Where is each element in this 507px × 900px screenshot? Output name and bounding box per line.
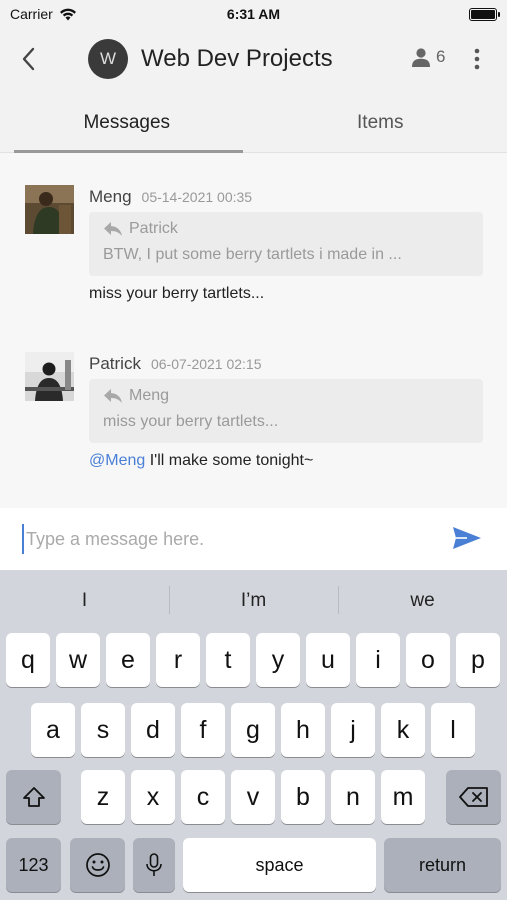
send-button[interactable]	[452, 526, 484, 554]
key-n[interactable]: n	[331, 770, 375, 824]
more-icon	[474, 48, 480, 70]
key-z[interactable]: z	[81, 770, 125, 824]
suggestion-item[interactable]: I	[0, 570, 169, 630]
suggestion-bar: I I’m we	[0, 570, 507, 630]
message-author: Patrick 06-07-2021 02:15	[89, 354, 262, 374]
space-key[interactable]: space	[183, 838, 376, 892]
status-left: Carrier	[10, 6, 77, 22]
delete-key[interactable]	[446, 770, 501, 824]
page-title: Web Dev Projects	[141, 45, 333, 72]
reply-icon	[104, 222, 122, 236]
more-button[interactable]	[466, 44, 488, 74]
mic-icon	[146, 853, 162, 876]
key-v[interactable]: v	[231, 770, 275, 824]
key-s[interactable]: s	[81, 703, 125, 757]
key-u[interactable]: u	[306, 633, 350, 687]
back-icon	[22, 47, 35, 71]
emoji-icon	[85, 853, 110, 877]
status-bar: Carrier 6:31 AM	[0, 0, 507, 28]
key-r[interactable]: r	[156, 633, 200, 687]
key-e[interactable]: e	[106, 633, 150, 687]
tab-bar: Messages Items	[0, 90, 507, 153]
suggestion-item[interactable]: we	[338, 570, 507, 630]
key-x[interactable]: x	[131, 770, 175, 824]
return-key[interactable]: return	[384, 838, 501, 892]
key-q[interactable]: q	[6, 633, 50, 687]
key-h[interactable]: h	[281, 703, 325, 757]
quote-text: miss your berry tartlets...	[103, 413, 279, 430]
chat-header: W Web Dev Projects 6	[0, 28, 507, 90]
on-screen-keyboard: I I’m we q w e r t y u i o p a s d f g h…	[0, 570, 507, 900]
quote-header: Meng	[103, 387, 469, 405]
key-g[interactable]: g	[231, 703, 275, 757]
author-name: Patrick	[89, 354, 141, 373]
message-body-text: I'll make some tonight~	[145, 452, 314, 469]
message-input[interactable]	[22, 524, 422, 554]
members-icon	[412, 48, 430, 67]
reply-icon	[104, 389, 122, 403]
battery-level	[471, 9, 495, 19]
shift-icon	[22, 787, 45, 807]
avatar[interactable]	[25, 352, 74, 401]
dictation-key[interactable]	[133, 838, 175, 892]
key-t[interactable]: t	[206, 633, 250, 687]
quoted-message[interactable]: Patrick BTW, I put some berry tartlets i…	[89, 212, 483, 276]
key-f[interactable]: f	[181, 703, 225, 757]
key-m[interactable]: m	[381, 770, 425, 824]
key-i[interactable]: i	[356, 633, 400, 687]
key-o[interactable]: o	[406, 633, 450, 687]
quote-author: Patrick	[129, 220, 178, 237]
message-text: @Meng I'll make some tonight~	[89, 452, 313, 470]
key-l[interactable]: l	[431, 703, 475, 757]
key-j[interactable]: j	[331, 703, 375, 757]
carrier-label: Carrier	[10, 6, 53, 22]
message-author: Meng 05-14-2021 00:35	[89, 187, 252, 207]
send-icon	[453, 527, 481, 549]
author-name: Meng	[89, 187, 132, 206]
quoted-message[interactable]: Meng miss your berry tartlets...	[89, 379, 483, 443]
message-time: 05-14-2021 00:35	[141, 189, 253, 205]
shift-key[interactable]	[6, 770, 61, 824]
composer-bar	[0, 508, 507, 570]
tab-items[interactable]: Items	[254, 90, 507, 152]
key-c[interactable]: c	[181, 770, 225, 824]
key-k[interactable]: k	[381, 703, 425, 757]
key-y[interactable]: y	[256, 633, 300, 687]
wifi-icon	[59, 8, 76, 20]
quote-header: Patrick	[103, 220, 469, 238]
suggestion-item[interactable]: I’m	[169, 570, 338, 630]
message-time: 06-07-2021 02:15	[150, 356, 262, 372]
delete-icon	[458, 787, 488, 807]
group-avatar[interactable]: W	[88, 39, 128, 79]
mention-link[interactable]: @Meng	[89, 452, 145, 469]
quote-text: BTW, I put some berry tartlets i made in…	[103, 246, 402, 263]
tab-messages[interactable]: Messages	[0, 90, 254, 153]
quote-author: Meng	[129, 387, 170, 404]
emoji-key[interactable]	[70, 838, 125, 892]
key-b[interactable]: b	[281, 770, 325, 824]
member-count: 6	[436, 47, 446, 66]
numbers-key[interactable]: 123	[6, 838, 61, 892]
message-text: miss your berry tartlets...	[89, 285, 265, 302]
members-button[interactable]: 6	[410, 46, 445, 68]
message-list[interactable]: Meng 05-14-2021 00:35 Patrick BTW, I put …	[0, 154, 507, 508]
back-button[interactable]	[0, 28, 56, 90]
avatar[interactable]	[25, 185, 74, 234]
key-p[interactable]: p	[456, 633, 500, 687]
key-d[interactable]: d	[131, 703, 175, 757]
key-w[interactable]: w	[56, 633, 100, 687]
battery-icon	[469, 7, 500, 21]
key-a[interactable]: a	[31, 703, 75, 757]
